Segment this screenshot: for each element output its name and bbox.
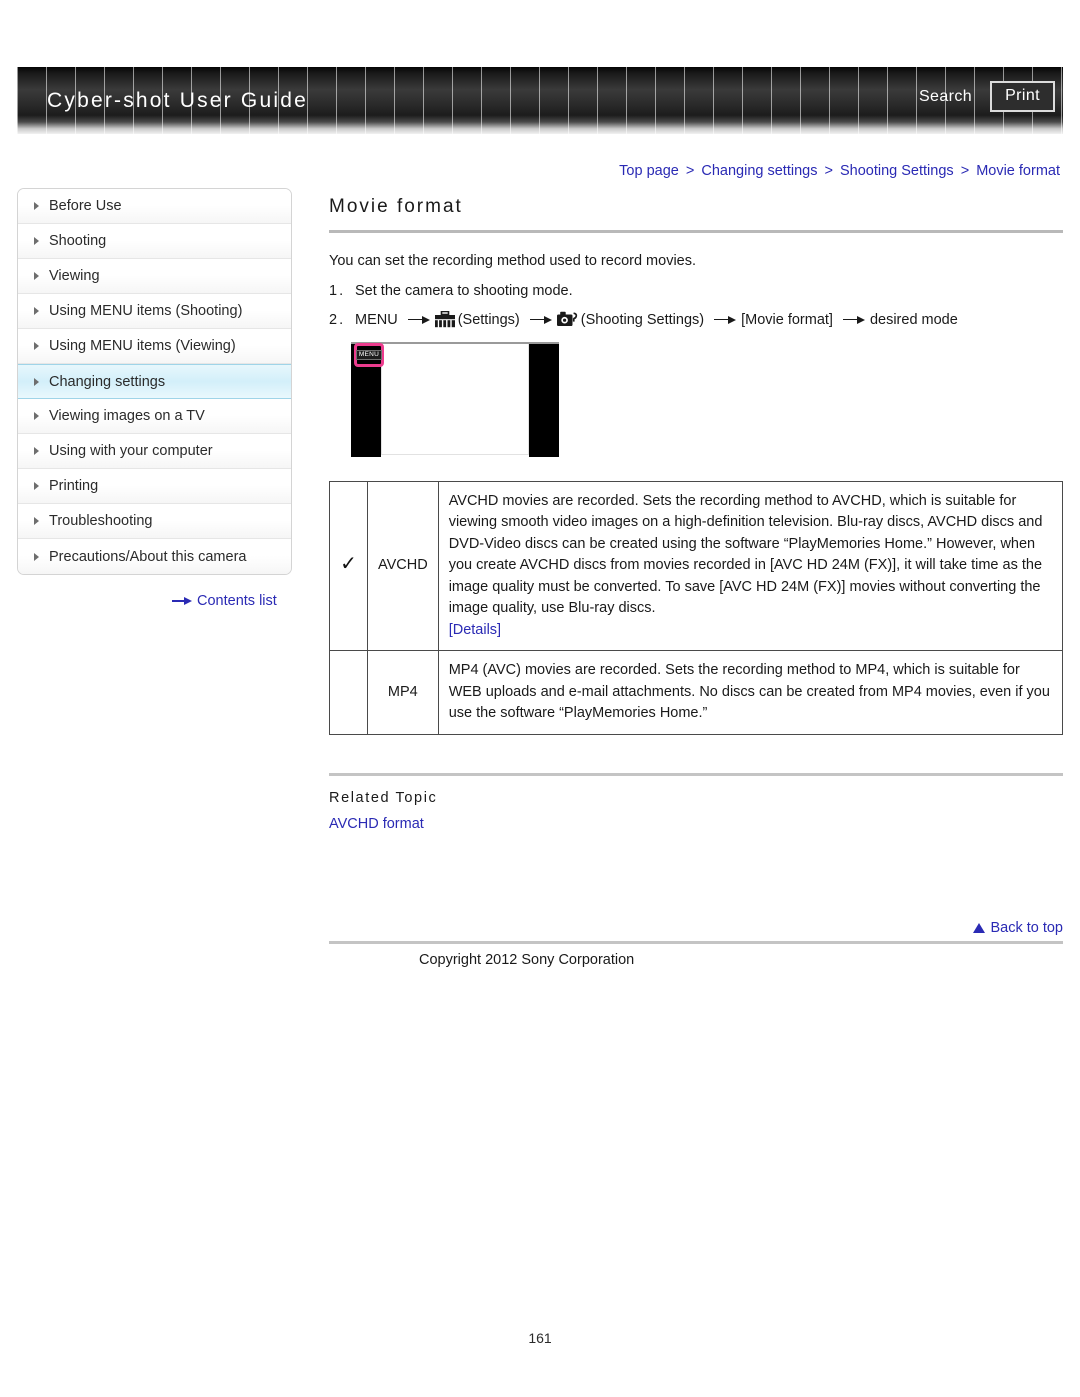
page-title: Movie format bbox=[329, 196, 463, 217]
main-content: Movie format You can set the recording m… bbox=[329, 196, 1064, 968]
sidebar-item-label: Changing settings bbox=[49, 373, 166, 390]
sidebar-item-viewing-images-on-a-tv[interactable]: Viewing images on a TV bbox=[18, 399, 291, 434]
format-description-cell: MP4 (AVC) movies are recorded. Sets the … bbox=[437, 650, 1064, 735]
breadcrumb: Top page > Changing settings > Shooting … bbox=[619, 163, 1060, 179]
related-divider bbox=[329, 772, 1063, 776]
sidebar-item-label: Using with your computer bbox=[49, 443, 213, 459]
sidebar-item-label: Before Use bbox=[49, 198, 122, 214]
table-row: MP4 MP4 (AVC) movies are recorded. Sets … bbox=[329, 650, 1064, 735]
copyright-text: Copyright 2012 Sony Corporation bbox=[419, 952, 635, 968]
step-1-number: 1. bbox=[329, 283, 346, 299]
chevron-right-icon bbox=[34, 272, 39, 280]
breadcrumb-separator: > bbox=[960, 163, 970, 179]
sidebar-item-printing[interactable]: Printing bbox=[18, 469, 291, 504]
arrow-right-icon bbox=[714, 315, 738, 325]
camera-screen-illustration: MENU bbox=[351, 342, 559, 457]
sidebar-item-using-with-your-computer[interactable]: Using with your computer bbox=[18, 434, 291, 469]
sidebar-item-before-use[interactable]: Before Use bbox=[18, 189, 291, 224]
step-1-text: Set the camera to shooting mode. bbox=[355, 283, 573, 299]
menu-button-icon[interactable]: MENU bbox=[354, 343, 384, 367]
step-2-number: 2. bbox=[329, 311, 346, 328]
details-link[interactable]: [Details] bbox=[449, 622, 501, 638]
chevron-right-icon bbox=[34, 202, 39, 210]
desired-mode-label: desired mode bbox=[869, 311, 958, 328]
chevron-right-icon bbox=[34, 517, 39, 525]
contents-list-link[interactable]: Contents list bbox=[172, 593, 277, 609]
sidebar-item-changing-settings[interactable]: Changing settings bbox=[18, 364, 291, 399]
sidebar-nav: Before Use Shooting Viewing Using MENU i… bbox=[17, 188, 292, 575]
step-2: 2. MENU (Settings) (Shooting Settings) [… bbox=[329, 311, 1063, 328]
back-to-top-label: Back to top bbox=[990, 920, 1063, 936]
sidebar-item-using-menu-items-viewing[interactable]: Using MENU items (Viewing) bbox=[18, 329, 291, 364]
intro-paragraph: You can set the recording method used to… bbox=[329, 253, 697, 269]
breadcrumb-item-top-page[interactable]: Top page bbox=[619, 163, 679, 179]
step-2-text: MENU (Settings) (Shooting Settings) [Mov… bbox=[355, 311, 961, 328]
back-to-top-link[interactable]: Back to top bbox=[329, 920, 1063, 936]
arrow-right-icon bbox=[407, 315, 432, 325]
illustration-right-bar bbox=[529, 344, 559, 457]
chevron-right-icon bbox=[34, 412, 39, 420]
header-actions: Search Print bbox=[915, 81, 1055, 112]
contents-list-label: Contents list bbox=[197, 593, 277, 609]
search-link[interactable]: Search bbox=[915, 86, 976, 108]
chevron-right-icon bbox=[34, 342, 39, 350]
arrow-right-icon bbox=[842, 315, 867, 325]
related-topic-link[interactable]: AVCHD format bbox=[329, 816, 1063, 832]
sidebar-item-troubleshooting[interactable]: Troubleshooting bbox=[18, 504, 291, 539]
chevron-right-icon bbox=[34, 377, 39, 386]
format-name-cell: AVCHD bbox=[367, 480, 439, 652]
default-selection-cell bbox=[329, 650, 368, 735]
related-topic-heading: Related Topic bbox=[329, 789, 438, 806]
sidebar-item-using-menu-items-shooting[interactable]: Using MENU items (Shooting) bbox=[18, 294, 291, 329]
check-icon: ✓ bbox=[340, 553, 357, 576]
movie-format-option: [Movie format] bbox=[741, 311, 833, 328]
app-title: Cyber-shot User Guide bbox=[47, 89, 308, 112]
chevron-right-icon bbox=[34, 482, 39, 490]
chevron-right-icon bbox=[34, 307, 39, 315]
breadcrumb-separator: > bbox=[824, 163, 833, 179]
toolbox-settings-icon bbox=[434, 311, 455, 328]
movie-format-table: ✓ AVCHD AVCHD movies are recorded. Sets … bbox=[329, 480, 1064, 735]
shooting-settings-label: (Shooting Settings) bbox=[580, 311, 705, 328]
arrow-right-icon bbox=[172, 596, 192, 606]
format-description-cell: AVCHD movies are recorded. Sets the reco… bbox=[437, 480, 1064, 652]
camera-shooting-settings-icon bbox=[556, 311, 578, 328]
table-row: ✓ AVCHD AVCHD movies are recorded. Sets … bbox=[329, 480, 1064, 652]
triangle-up-icon bbox=[973, 923, 986, 933]
print-button[interactable]: Print bbox=[990, 81, 1055, 112]
arrow-right-icon bbox=[529, 315, 554, 325]
format-description-text: AVCHD movies are recorded. Sets the reco… bbox=[448, 493, 1043, 617]
title-divider bbox=[329, 230, 1063, 233]
sidebar-item-precautions-about-this-camera[interactable]: Precautions/About this camera bbox=[18, 539, 291, 574]
sidebar-item-label: Using MENU items (Shooting) bbox=[49, 303, 243, 319]
sidebar-item-label: Viewing bbox=[49, 268, 100, 284]
illustration-screen-area bbox=[381, 344, 529, 455]
sidebar-item-label: Printing bbox=[49, 478, 99, 494]
breadcrumb-separator: > bbox=[685, 163, 695, 179]
breadcrumb-item-movie-format[interactable]: Movie format bbox=[976, 163, 1060, 179]
sidebar-item-label: Shooting bbox=[49, 233, 107, 249]
chevron-right-icon bbox=[34, 447, 39, 455]
breadcrumb-item-changing-settings[interactable]: Changing settings bbox=[701, 163, 817, 179]
format-name-cell: MP4 bbox=[367, 650, 439, 735]
sidebar-item-viewing[interactable]: Viewing bbox=[18, 259, 291, 294]
sidebar-item-label: Using MENU items (Viewing) bbox=[49, 338, 236, 354]
menu-keyword: MENU bbox=[355, 311, 398, 328]
sidebar-item-label: Viewing images on a TV bbox=[49, 408, 205, 424]
chevron-right-icon bbox=[34, 552, 39, 561]
menu-button-label: MENU bbox=[355, 349, 383, 361]
sidebar-item-label: Precautions/About this camera bbox=[49, 548, 247, 565]
page-number: 161 bbox=[528, 1330, 552, 1346]
chevron-right-icon bbox=[34, 237, 39, 245]
app-header: Cyber-shot User Guide Search Print bbox=[17, 67, 1063, 134]
step-1: 1. Set the camera to shooting mode. bbox=[329, 283, 1063, 299]
settings-label: (Settings) bbox=[457, 311, 520, 328]
sidebar-item-label: Troubleshooting bbox=[49, 513, 153, 529]
footer-divider bbox=[329, 941, 1063, 944]
breadcrumb-item-shooting-settings[interactable]: Shooting Settings bbox=[840, 163, 954, 179]
sidebar-item-shooting[interactable]: Shooting bbox=[18, 224, 291, 259]
default-selection-cell: ✓ bbox=[329, 480, 368, 652]
